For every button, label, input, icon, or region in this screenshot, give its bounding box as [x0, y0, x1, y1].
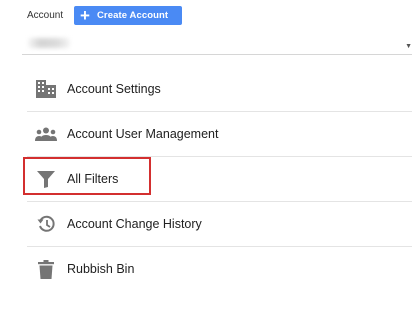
- account-menu: Account Settings Account User Management…: [27, 67, 412, 291]
- menu-item-account-user-management[interactable]: Account User Management: [27, 112, 412, 157]
- menu-item-account-settings[interactable]: Account Settings: [27, 67, 412, 112]
- history-icon: [35, 213, 57, 235]
- building-icon: [35, 78, 57, 100]
- account-selector-value: [28, 38, 70, 48]
- plus-icon: +: [80, 5, 90, 25]
- menu-item-rubbish-bin[interactable]: Rubbish Bin: [27, 247, 412, 291]
- account-label: Account: [27, 10, 64, 21]
- menu-item-label: Account Change History: [67, 217, 202, 231]
- people-icon: [35, 123, 57, 145]
- menu-item-all-filters[interactable]: All Filters: [27, 157, 412, 202]
- create-account-label: Create Account: [96, 10, 169, 21]
- menu-item-account-change-history[interactable]: Account Change History: [27, 202, 412, 247]
- account-selector[interactable]: ▼: [22, 35, 412, 55]
- caret-down-icon: ▼: [405, 43, 412, 50]
- menu-item-label: All Filters: [67, 172, 119, 186]
- menu-item-label: Account Settings: [67, 82, 161, 96]
- menu-item-label: Rubbish Bin: [67, 262, 135, 276]
- filter-icon: [35, 168, 57, 190]
- create-account-button[interactable]: + Create Account: [74, 6, 182, 25]
- trash-icon: [35, 258, 57, 280]
- menu-item-label: Account User Management: [67, 127, 219, 141]
